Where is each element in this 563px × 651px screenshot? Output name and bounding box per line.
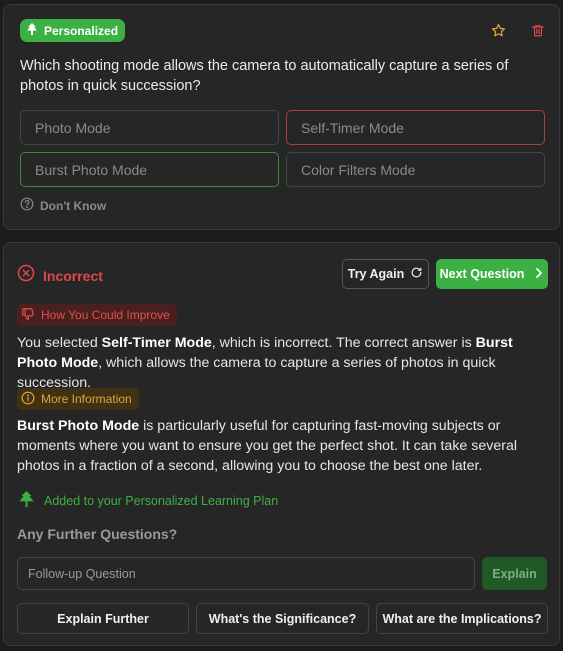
further-questions-title: Any Further Questions? <box>17 526 178 542</box>
status-label: Incorrect <box>43 267 103 284</box>
question-text: Which shooting mode allows the camera to… <box>20 58 509 94</box>
option-burst-photo-mode[interactable]: Burst Photo Mode <box>20 152 279 187</box>
info-circle-icon <box>21 391 35 408</box>
added-label: Added to your Personalized Learning Plan <box>44 494 279 508</box>
question-card: Personalized Which shooting mode allows … <box>3 4 560 230</box>
badge-label: Personalized <box>44 23 119 38</box>
personalized-badge: Personalized <box>20 19 126 42</box>
tree-icon <box>17 490 36 512</box>
more-info-pill: More Information <box>17 388 139 410</box>
selected-answer: Self-Timer Mode <box>101 335 212 351</box>
result-status: Incorrect <box>17 264 103 287</box>
help-circle-icon <box>20 197 34 214</box>
explain-button[interactable]: Explain <box>482 557 547 590</box>
more-info-text: Burst Photo Mode is particularly useful … <box>17 418 517 474</box>
improve-text: You selected Self-Timer Mode, which is i… <box>17 335 513 391</box>
option-color-filters-mode[interactable]: Color Filters Mode <box>286 152 545 187</box>
next-question-button[interactable]: Next Question <box>436 259 548 289</box>
improve-label: How You Could Improve <box>41 308 170 322</box>
option-self-timer-mode[interactable]: Self-Timer Mode <box>286 110 545 145</box>
option-photo-mode[interactable]: Photo Mode <box>20 110 279 145</box>
more-info-label: More Information <box>41 392 132 406</box>
star-icon[interactable] <box>488 20 508 40</box>
next-question-label: Next Question <box>439 267 525 281</box>
dont-know-label: Don't Know <box>40 198 107 213</box>
thumbs-down-icon <box>21 307 35 324</box>
significance-button[interactable]: What's the Significance? <box>196 603 369 634</box>
x-circle-icon <box>17 264 35 287</box>
dont-know-button[interactable]: Don't Know <box>20 197 106 214</box>
trash-icon[interactable] <box>528 20 548 40</box>
added-to-plan: Added to your Personalized Learning Plan <box>17 490 278 512</box>
tree-icon <box>25 22 39 39</box>
implications-button[interactable]: What are the Implications? <box>376 603 548 634</box>
feedback-card: Incorrect Try Again Next Question How Yo… <box>3 242 560 646</box>
info-term: Burst Photo Mode <box>17 418 140 434</box>
improve-pill: How You Could Improve <box>17 304 177 326</box>
try-again-label: Try Again <box>347 267 405 281</box>
explain-further-button[interactable]: Explain Further <box>17 603 189 634</box>
follow-up-input[interactable] <box>17 557 475 590</box>
refresh-icon <box>410 266 423 282</box>
chevron-right-icon <box>534 267 544 282</box>
try-again-button[interactable]: Try Again <box>342 259 429 289</box>
